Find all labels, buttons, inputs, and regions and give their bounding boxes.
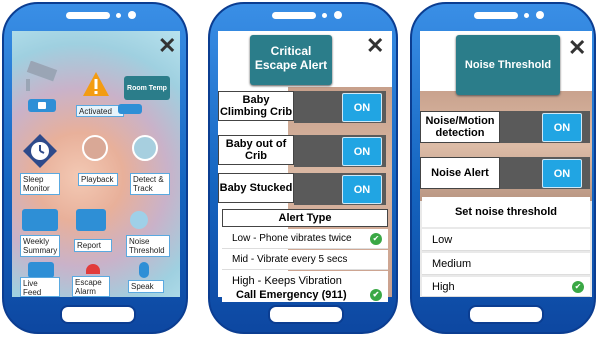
camera-dot — [128, 11, 136, 19]
camera-toggle-knob — [38, 102, 46, 109]
security-camera-icon[interactable] — [22, 61, 60, 91]
toggle-label-noise-alert: Noise Alert — [420, 157, 500, 189]
page-title: Critical Escape Alert — [250, 35, 332, 85]
close-icon[interactable]: ✕ — [568, 37, 586, 59]
sleep-monitor-icon[interactable] — [22, 133, 58, 169]
check-icon: ✔ — [572, 280, 584, 293]
noise-alert-toggle[interactable]: ON — [542, 159, 582, 188]
option-label: Medium — [432, 257, 472, 270]
check-icon: ✔ — [370, 289, 382, 301]
speaker-grille — [474, 12, 518, 19]
sensor-dot — [116, 13, 121, 18]
escape-alarm-label[interactable]: Escape Alarm — [72, 276, 110, 297]
live-feed-label[interactable]: Live Feed — [20, 277, 60, 297]
close-icon[interactable]: ✕ — [366, 35, 384, 57]
toggle-label-climbing: Baby Climbing Crib — [218, 91, 294, 121]
noise-threshold-label[interactable]: Noise Threshold — [126, 235, 170, 257]
speak-label[interactable]: Speak — [128, 280, 164, 293]
microphone-icon[interactable] — [139, 262, 149, 278]
screen-main-menu: ✕ Activated Room Temp Sleep Monitor Play… — [12, 31, 180, 297]
noise-motion-toggle[interactable]: ON — [542, 113, 582, 142]
weekly-summary-icon[interactable] — [22, 209, 58, 231]
option-label: High — [432, 280, 455, 293]
page-title: Noise Threshold — [456, 35, 560, 95]
close-icon[interactable]: ✕ — [158, 35, 176, 57]
detect-track-label[interactable]: Detect & Track — [130, 173, 170, 195]
stucked-toggle[interactable]: ON — [342, 175, 382, 204]
noise-threshold-icon[interactable] — [130, 211, 148, 229]
option-label: Low — [432, 233, 453, 246]
climbing-crib-toggle[interactable]: ON — [342, 93, 382, 122]
activated-label[interactable]: Activated — [76, 105, 124, 117]
option-label: Call Emergency (911) — [236, 289, 347, 301]
activated-switch[interactable] — [118, 104, 142, 114]
toggle-label-out-of-crib: Baby out of Crib — [218, 135, 294, 165]
set-threshold-header: Set noise threshold — [422, 197, 590, 227]
alert-option-emergency-label[interactable]: Call Emergency (911) ✔ — [222, 288, 388, 302]
speaker-grille — [66, 12, 110, 19]
phone-frame-2: Critical Escape Alert ✕ Baby Climbing Cr… — [208, 2, 398, 334]
sleep-monitor-label[interactable]: Sleep Monitor — [20, 173, 60, 195]
report-label[interactable]: Report — [74, 239, 112, 252]
camera-dot — [536, 11, 544, 19]
alarm-light-icon[interactable] — [86, 264, 100, 274]
alert-option-mid[interactable]: Mid - Vibrate every 5 secs — [222, 250, 388, 270]
sensor-dot — [322, 13, 327, 18]
weekly-summary-label[interactable]: Weekly Summary — [20, 235, 60, 257]
toggle-label-noise-motion: Noise/Motion detection — [420, 111, 500, 143]
threshold-option-high[interactable]: High ✔ — [422, 277, 590, 297]
screen-noise-threshold: Noise Threshold ✕ Noise/Motion detection… — [420, 31, 592, 297]
home-button[interactable] — [60, 305, 136, 324]
home-button[interactable] — [268, 305, 344, 324]
home-button[interactable] — [468, 305, 544, 324]
threshold-option-low[interactable]: Low — [422, 229, 590, 251]
warning-icon[interactable] — [82, 71, 110, 97]
room-temp-label: Room Temp — [127, 84, 167, 92]
room-temp-button[interactable]: Room Temp — [124, 76, 170, 100]
check-icon: ✔ — [370, 232, 382, 245]
phone-frame-1: ✕ Activated Room Temp Sleep Monitor Play… — [2, 2, 188, 334]
out-of-crib-toggle[interactable]: ON — [342, 137, 382, 166]
option-label: Mid - Vibrate every 5 secs — [232, 254, 348, 265]
alert-type-header: Alert Type — [222, 209, 388, 227]
report-icon[interactable] — [76, 209, 106, 231]
alert-option-low[interactable]: Low - Phone vibrates twice ✔ — [222, 229, 388, 249]
option-label: Low - Phone vibrates twice — [232, 233, 352, 244]
toggle-label-stucked: Baby Stucked — [218, 173, 294, 203]
threshold-option-medium[interactable]: Medium — [422, 253, 590, 275]
playback-label[interactable]: Playback — [78, 173, 118, 186]
camera-dot — [334, 11, 342, 19]
speaker-grille — [272, 12, 316, 19]
live-feed-icon[interactable] — [28, 262, 54, 278]
detect-track-icon[interactable] — [132, 135, 158, 161]
screen-critical-escape-alert: Critical Escape Alert ✕ Baby Climbing Cr… — [218, 31, 392, 297]
phone-frame-3: Noise Threshold ✕ Noise/Motion detection… — [410, 2, 596, 334]
sensor-dot — [524, 13, 529, 18]
option-label: High - Keeps Vibration — [232, 274, 342, 287]
playback-icon[interactable] — [82, 135, 108, 161]
